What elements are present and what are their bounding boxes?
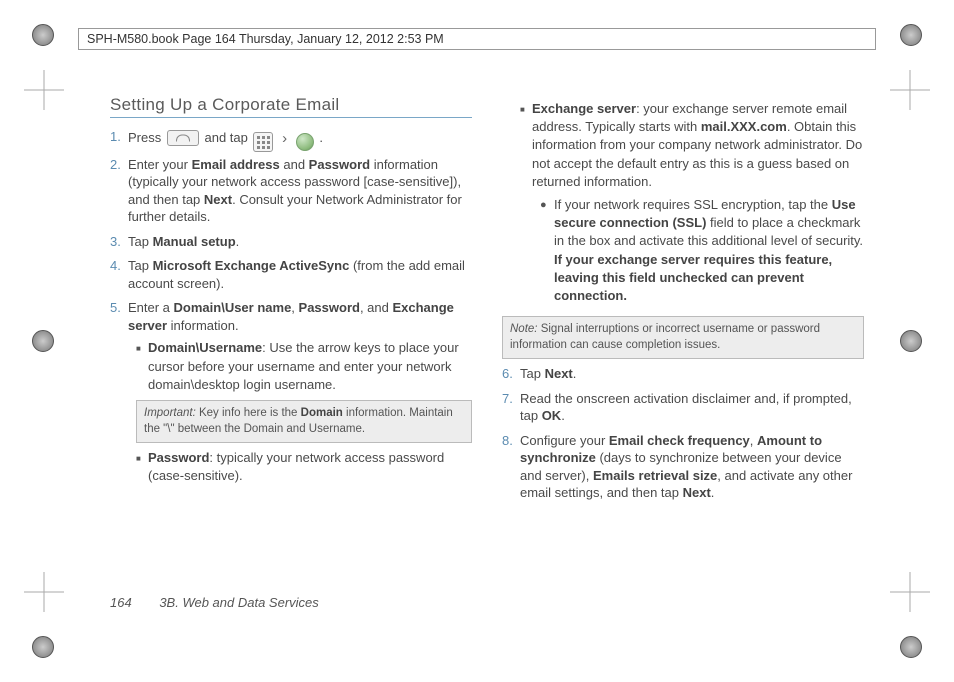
crop-mark-icon	[898, 634, 924, 660]
text: information.	[167, 318, 239, 333]
bold-text: Microsoft Exchange ActiveSync	[153, 258, 350, 273]
sub-password: ■ Password: typically your network acces…	[136, 449, 472, 485]
right-column: ■ Exchange server: your exchange server …	[502, 95, 864, 622]
step-4: 4. Tap Microsoft Exchange ActiveSync (fr…	[110, 257, 472, 292]
bold-text: mail.XXX.com	[701, 119, 787, 134]
page-content: Setting Up a Corporate Email 1. Press an…	[110, 95, 864, 622]
bold-text: Domain	[301, 407, 343, 419]
text: Configure your	[520, 433, 609, 448]
text: Tap	[128, 258, 153, 273]
text: and	[280, 157, 309, 172]
text: Enter your	[128, 157, 192, 172]
bold-text: Password	[299, 300, 360, 315]
square-bullet-icon: ■	[136, 449, 148, 485]
text: Tap	[128, 234, 153, 249]
important-callout: Important: Key info here is the Domain i…	[136, 400, 472, 443]
dot-bullet-icon: ●	[540, 196, 554, 305]
text: Tap	[520, 366, 545, 381]
text: Enter a	[128, 300, 174, 315]
crosshair-icon	[890, 572, 930, 612]
step-6: 6. Tap Next.	[502, 365, 864, 383]
chevron-right-icon: ›	[282, 130, 287, 147]
crop-mark-icon	[898, 22, 924, 48]
sub-domain-username: ■ Domain\Username: Use the arrow keys to…	[136, 339, 472, 394]
step-8: 8. Configure your Email check frequency,…	[502, 432, 864, 502]
bold-text: Domain\Username	[148, 340, 262, 355]
bold-text: Password	[309, 157, 370, 172]
bold-text: Email address	[192, 157, 280, 172]
page-footer: 164 3B. Web and Data Services	[110, 595, 319, 610]
apps-grid-icon	[253, 132, 273, 152]
bold-text: Manual setup	[153, 234, 236, 249]
left-column: Setting Up a Corporate Email 1. Press an…	[110, 95, 472, 622]
step-text: and tap	[204, 130, 247, 145]
text: , and	[360, 300, 393, 315]
crop-mark-icon	[30, 328, 56, 354]
callout-label: Note:	[510, 323, 538, 335]
crop-mark-icon	[898, 328, 924, 354]
section-title: Setting Up a Corporate Email	[110, 95, 472, 118]
step-text: Press	[128, 130, 161, 145]
bold-text: Emails retrieval size	[593, 468, 717, 483]
bold-text: OK	[542, 408, 562, 423]
text: .	[561, 408, 565, 423]
text: Key info here is the	[199, 407, 301, 419]
text: Read the onscreen activation disclaimer …	[520, 391, 852, 424]
text: ,	[291, 300, 298, 315]
text: .	[573, 366, 577, 381]
crosshair-icon	[24, 572, 64, 612]
bold-text: Exchange server	[532, 101, 636, 116]
step-1: 1. Press and tap › .	[110, 128, 472, 149]
square-bullet-icon: ■	[136, 339, 148, 394]
crosshair-icon	[890, 70, 930, 110]
text: .	[711, 485, 715, 500]
bold-text: Password	[148, 450, 209, 465]
crop-mark-icon	[30, 634, 56, 660]
crop-mark-icon	[30, 22, 56, 48]
crosshair-icon	[24, 70, 64, 110]
square-bullet-icon: ■	[520, 100, 532, 310]
sub-exchange-server: ■ Exchange server: your exchange server …	[520, 100, 864, 310]
step-5: 5. Enter a Domain\User name, Password, a…	[110, 299, 472, 490]
page-number: 164	[110, 595, 132, 610]
step-3: 3. Tap Manual setup.	[110, 233, 472, 251]
bold-text: If your exchange server requires this fe…	[554, 252, 832, 303]
text: .	[236, 234, 240, 249]
step-7: 7. Read the onscreen activation disclaim…	[502, 390, 864, 425]
crop-header: SPH-M580.book Page 164 Thursday, January…	[78, 28, 876, 50]
step-text: .	[319, 130, 323, 145]
bold-text: Domain\User name	[174, 300, 292, 315]
note-callout: Note: Signal interruptions or incorrect …	[502, 316, 864, 359]
text: Signal interruptions or incorrect userna…	[510, 323, 820, 351]
section-name: 3B. Web and Data Services	[159, 595, 318, 610]
home-key-icon	[167, 130, 199, 146]
step-2: 2. Enter your Email address and Password…	[110, 156, 472, 226]
text: ,	[750, 433, 757, 448]
bold-text: Email check frequency	[609, 433, 750, 448]
bold-text: Next	[683, 485, 711, 500]
sub-ssl: ● If your network requires SSL encryptio…	[540, 196, 864, 305]
text: If your network requires SSL encryption,…	[554, 197, 832, 212]
globe-icon	[296, 133, 314, 151]
bold-text: Next	[545, 366, 573, 381]
callout-label: Important:	[144, 407, 196, 419]
bold-text: Next	[204, 192, 232, 207]
